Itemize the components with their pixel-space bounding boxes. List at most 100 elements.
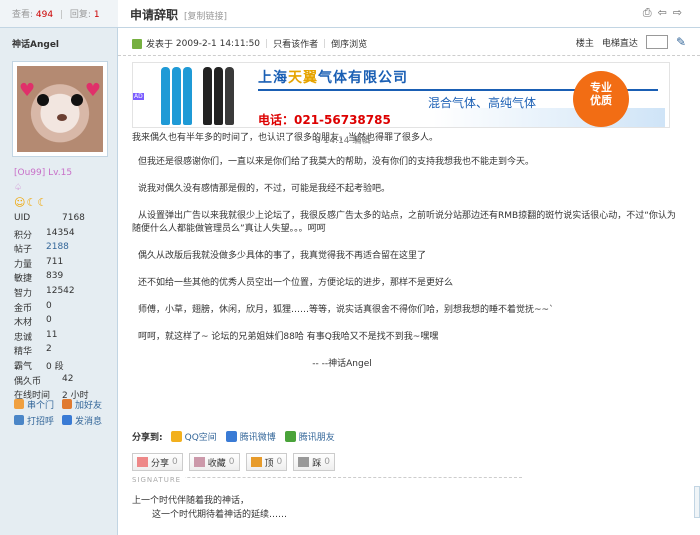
action-row: 打招呼 发消息 [14,412,110,428]
post-paragraphs: 但我还是很感谢你们，一直以来是你们给了我莫大的帮助，没有你们的支持我想我也不能走… [132,156,677,344]
share-item[interactable]: QQ空间 [170,430,217,443]
ad-company-name: 上海天翼气体有限公司 [258,70,408,86]
profile-key: 积分 [14,230,33,241]
only-author-link[interactable]: 只看该作者 [273,37,318,50]
share-label: 分享到: [132,433,163,443]
post-action-button[interactable]: 顶0 [245,453,288,471]
meta-separator: | [323,38,327,49]
post-paragraph: 偶久从改版后我就没做多少具体的事了，我真觉得我不再适合留在这里了 [138,251,427,261]
post-paragraph: 师傅，小草，翅膀，休闲，欣月，狐狸……等等，说实话真很舍不得你们哈，别想我想的睡… [138,305,554,315]
profile-key: 力量 [14,259,33,270]
share-icon [170,431,182,442]
post-action-buttons: 分享 0 收藏 0 顶 0 踩 0 [132,453,335,471]
profile-row: 智力 12542 [14,286,89,301]
print-icon[interactable]: ⎙ [643,6,652,20]
profile-key: 霸气 [14,361,33,372]
profile-row: 精华 2 [14,344,89,359]
profile-row: 霸气 0 段 [14,359,89,374]
action-label: 加好友 [75,400,103,411]
thread-tools: ⎙ ⇦ ⇨ [643,6,682,20]
profile-value: 12542 [46,285,75,296]
profile-key: 帖子 [14,245,33,256]
author-actions: 串个门 加好友 打招呼 发消息 [14,396,110,428]
profile-key: 木材 [14,318,33,329]
button-label: 踩 [312,458,322,469]
button-icon [193,457,205,467]
post-paragraph: 呵呵，就这样了~ 论坛的兄弟姐妹们88哈 有事Q我哈又不是找不到我~嘿嘿 [138,332,439,342]
button-count: 0 [276,457,283,467]
gas-cylinder-icon [161,67,170,125]
author-action-button[interactable]: 串个门 [14,398,62,411]
profile-value: 42 [62,373,74,384]
post-action-button[interactable]: 分享 0 [132,453,183,471]
profile-value: 711 [46,256,64,267]
share-item[interactable]: 腾讯微博 [225,430,276,443]
ad-banner[interactable]: AD 上海天翼气体有限公司 混合气体、高纯气体 电话：021-56738785 … [132,62,670,128]
share-icon [225,431,237,442]
avatar[interactable]: ♥ ♥ [12,61,108,157]
profile-value: 7168 [62,213,85,223]
copy-link-button[interactable]: [复制链接] [184,9,227,22]
profile-row: 偶久币 42 [14,374,89,389]
post-paragraph: 说我对偶久没有感情那是假的，不过，可能是我经不起考验吧。 [138,184,391,194]
button-label: 分享 [151,458,170,469]
post-paragraph: 但我还是很感谢你们，一直以来是你们给了我莫大的帮助，没有你们的支持我想我也不能走… [138,157,535,167]
profile-row: 力量 711 [14,257,89,272]
profile-value: 11 [46,329,58,340]
profile-row: 帖子 2188 [14,242,89,257]
post-icon [132,38,142,49]
button-icon [137,457,148,467]
user-level[interactable]: [Ou99] Lv.15 [14,168,72,178]
profile-key: 智力 [14,288,33,299]
author-action-button[interactable]: 加好友 [62,398,110,411]
action-icon [62,415,72,425]
page-title: 申请辞职 [130,8,179,22]
profile-value: 0 段 [46,361,64,372]
ad-phone: 电话：021-56738785 [258,113,391,127]
posted-at-label: 发表于 [146,40,174,50]
share-item[interactable]: 腾讯朋友 [284,430,335,443]
button-label: 收藏 [207,458,226,469]
floor-label: 楼主 [575,38,594,49]
profile-value: 839 [46,271,64,282]
author-action-button[interactable]: 发消息 [62,414,110,427]
profile-row: 金币 0 [14,301,89,316]
action-icon [14,415,24,425]
floor-jump-go-icon[interactable]: ✎ [676,35,686,49]
profile-value: 2 [46,344,52,355]
views-label: 查看: [12,10,34,20]
signature-label: SIGNATURE [132,476,186,484]
reverse-order-link[interactable]: 倒序浏览 [331,37,367,50]
post-action-button[interactable]: 踩0 [293,453,335,471]
avatar-image: ♥ ♥ [17,66,103,152]
author-name[interactable]: 神话Angel [12,37,59,50]
signature-line: 上一个时代伴随着我的神话， [132,496,250,506]
profile-key: 金币 [14,303,33,314]
profile-value[interactable]: 2188 [46,242,69,257]
action-label: 串个门 [27,400,55,411]
heart-icon: ♥ [84,80,101,101]
stats-separator: | [59,10,64,20]
profile-key: 敏捷 [14,274,33,285]
prev-thread-icon[interactable]: ⇦ [658,6,667,20]
post-signoff: -- --神话Angel [312,359,372,369]
gas-cylinder-icon [214,67,223,125]
floor-nav: 楼主 电梯直达 ✎ [576,35,686,49]
author-action-button[interactable]: 打招呼 [14,414,62,427]
post-content: 我来偶久也有半年多的时间了，也认识了很多的朋友，当然也得罪了很多人。 8 14:… [132,132,677,371]
post-action-button[interactable]: 收藏 0 [188,453,240,471]
views-count: 494 [35,10,54,20]
next-thread-icon[interactable]: ⇨ [673,6,682,20]
scroll-handle[interactable] [694,486,700,518]
ad-subtitle: 混合气体、高纯气体 [428,96,537,110]
floor-jump-input[interactable] [645,35,668,49]
gas-cylinder-icon [172,67,181,125]
profile-value: 0 [46,300,52,311]
meta-separator: | [265,38,269,49]
action-icon [14,399,24,409]
profile-row: UID 7168 [14,213,89,228]
profile-row: 忠诚 11 [14,330,89,345]
post-meta-bar: 发表于 2009-2-1 14:11:50 | 只看该作者 | 倒序浏览 楼主 … [118,30,700,56]
profile-key: 精华 [14,347,33,358]
post-paragraph: 我来偶久也有半年多的时间了，也认识了很多的朋友，当然也得罪了很多人。 [132,133,439,143]
